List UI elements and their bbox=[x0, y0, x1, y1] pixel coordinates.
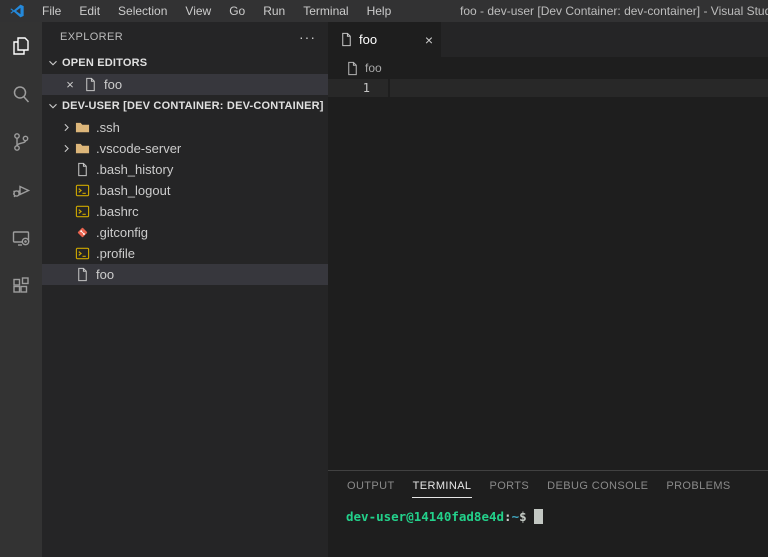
tree-item-label: .vscode-server bbox=[96, 141, 182, 156]
folder-icon bbox=[74, 120, 90, 136]
folder-icon bbox=[74, 141, 90, 157]
activity-extensions[interactable] bbox=[0, 262, 42, 310]
terminal-cursor bbox=[533, 509, 543, 524]
tab-foo[interactable]: foo × bbox=[328, 22, 441, 57]
editor-group: foo × foo 1 OUTPUT TERMINAL PORTS DEBUG … bbox=[328, 22, 768, 557]
tree-item-bash-history[interactable]: .bash_history bbox=[42, 159, 328, 180]
source-control-icon bbox=[14, 133, 29, 151]
remote-explorer-icon bbox=[12, 231, 30, 246]
tree-item-label: .profile bbox=[96, 246, 136, 261]
title-bar: File Edit Selection View Go Run Terminal… bbox=[0, 0, 768, 22]
terminal-prompt-char: $ bbox=[519, 509, 527, 524]
chevron-right-icon[interactable] bbox=[58, 120, 74, 136]
chevron-down-icon bbox=[49, 103, 57, 109]
section-label: OPEN EDITORS bbox=[62, 57, 148, 69]
code-line-1[interactable]: 1 bbox=[328, 79, 768, 97]
tree-item-bashrc[interactable]: .bashrc bbox=[42, 201, 328, 222]
tree-item-foo[interactable]: foo bbox=[42, 264, 328, 285]
line-content[interactable] bbox=[390, 79, 768, 97]
menu-go[interactable]: Go bbox=[220, 0, 254, 22]
file-icon bbox=[74, 267, 90, 283]
panel-tab-output[interactable]: OUTPUT bbox=[346, 474, 396, 498]
tree-item-label: .bash_logout bbox=[96, 183, 171, 198]
debug-icon bbox=[13, 185, 31, 198]
activity-run-debug[interactable] bbox=[0, 166, 42, 214]
menu-edit[interactable]: Edit bbox=[70, 0, 109, 22]
extensions-icon bbox=[13, 277, 29, 293]
menu-view[interactable]: View bbox=[176, 0, 220, 22]
menu-terminal[interactable]: Terminal bbox=[294, 0, 357, 22]
close-editor-icon[interactable]: × bbox=[62, 77, 78, 92]
file-icon bbox=[74, 162, 90, 178]
git-icon bbox=[74, 225, 90, 241]
menu-selection[interactable]: Selection bbox=[109, 0, 176, 22]
terminal[interactable]: dev-user@14140fad8e4d:~$ bbox=[328, 501, 768, 524]
breadcrumb[interactable]: foo bbox=[328, 57, 768, 79]
panel-tab-problems[interactable]: PROBLEMS bbox=[665, 474, 731, 498]
shell-icon bbox=[74, 183, 90, 199]
line-number: 1 bbox=[328, 79, 390, 97]
file-icon bbox=[82, 77, 98, 93]
panel-tab-bar: OUTPUT TERMINAL PORTS DEBUG CONSOLE PROB… bbox=[328, 471, 768, 501]
activity-source-control[interactable] bbox=[0, 118, 42, 166]
activity-remote-explorer[interactable] bbox=[0, 214, 42, 262]
files-icon bbox=[13, 37, 29, 55]
shell-icon bbox=[74, 204, 90, 220]
shell-icon bbox=[74, 246, 90, 262]
terminal-path: ~ bbox=[511, 509, 520, 524]
activity-bar bbox=[0, 22, 42, 557]
panel-tab-ports[interactable]: PORTS bbox=[488, 474, 530, 498]
explorer-sidebar: EXPLORER ··· OPEN EDITORS × foo DEV-USER… bbox=[42, 22, 328, 557]
terminal-user-host: dev-user@14140fad8e4d bbox=[346, 509, 505, 524]
tree-item-profile[interactable]: .profile bbox=[42, 243, 328, 264]
sidebar-title: EXPLORER bbox=[60, 31, 124, 43]
tree-item-gitconfig[interactable]: .gitconfig bbox=[42, 222, 328, 243]
file-icon bbox=[338, 32, 354, 48]
search-icon bbox=[13, 86, 30, 103]
open-editor-label: foo bbox=[104, 77, 123, 92]
tree-item-label: .ssh bbox=[96, 120, 120, 135]
tab-label: foo bbox=[359, 32, 378, 47]
window-title: foo - dev-user [Dev Container: dev-conta… bbox=[460, 4, 768, 18]
activity-search[interactable] bbox=[0, 70, 42, 118]
chevron-right-icon[interactable] bbox=[58, 141, 74, 157]
bottom-panel: OUTPUT TERMINAL PORTS DEBUG CONSOLE PROB… bbox=[328, 470, 768, 557]
section-label: DEV-USER [DEV CONTAINER: DEV-CONTAINER] bbox=[62, 100, 324, 112]
editor-tab-bar: foo × bbox=[328, 22, 768, 57]
tree-item-ssh[interactable]: .ssh bbox=[42, 117, 328, 138]
menu-file[interactable]: File bbox=[33, 0, 70, 22]
panel-tab-debug-console[interactable]: DEBUG CONSOLE bbox=[546, 474, 649, 498]
vscode-logo-icon bbox=[10, 4, 24, 18]
tree-item-label: .bash_history bbox=[96, 162, 174, 177]
menu-help[interactable]: Help bbox=[358, 0, 401, 22]
tree-item-bash-logout[interactable]: .bash_logout bbox=[42, 180, 328, 201]
activity-explorer[interactable] bbox=[0, 22, 42, 70]
more-actions-icon[interactable]: ··· bbox=[299, 29, 316, 45]
terminal-colon: : bbox=[504, 509, 512, 524]
open-editor-foo[interactable]: × foo bbox=[42, 74, 328, 95]
tree-item-vscode-server[interactable]: .vscode-server bbox=[42, 138, 328, 159]
sidebar-header: EXPLORER ··· bbox=[42, 22, 328, 52]
file-icon bbox=[344, 60, 360, 76]
menu-run[interactable]: Run bbox=[254, 0, 294, 22]
chevron-down-icon bbox=[49, 60, 57, 66]
tab-close-icon[interactable]: × bbox=[425, 32, 433, 48]
tree-item-label: .bashrc bbox=[96, 204, 139, 219]
section-workspace[interactable]: DEV-USER [DEV CONTAINER: DEV-CONTAINER] bbox=[42, 95, 328, 117]
tree-item-label: .gitconfig bbox=[96, 225, 149, 240]
panel-tab-terminal[interactable]: TERMINAL bbox=[411, 474, 473, 498]
editor-content[interactable]: 1 bbox=[328, 79, 768, 470]
section-open-editors[interactable]: OPEN EDITORS bbox=[42, 52, 328, 74]
tree-item-label: foo bbox=[96, 267, 115, 282]
breadcrumb-item[interactable]: foo bbox=[365, 61, 382, 75]
